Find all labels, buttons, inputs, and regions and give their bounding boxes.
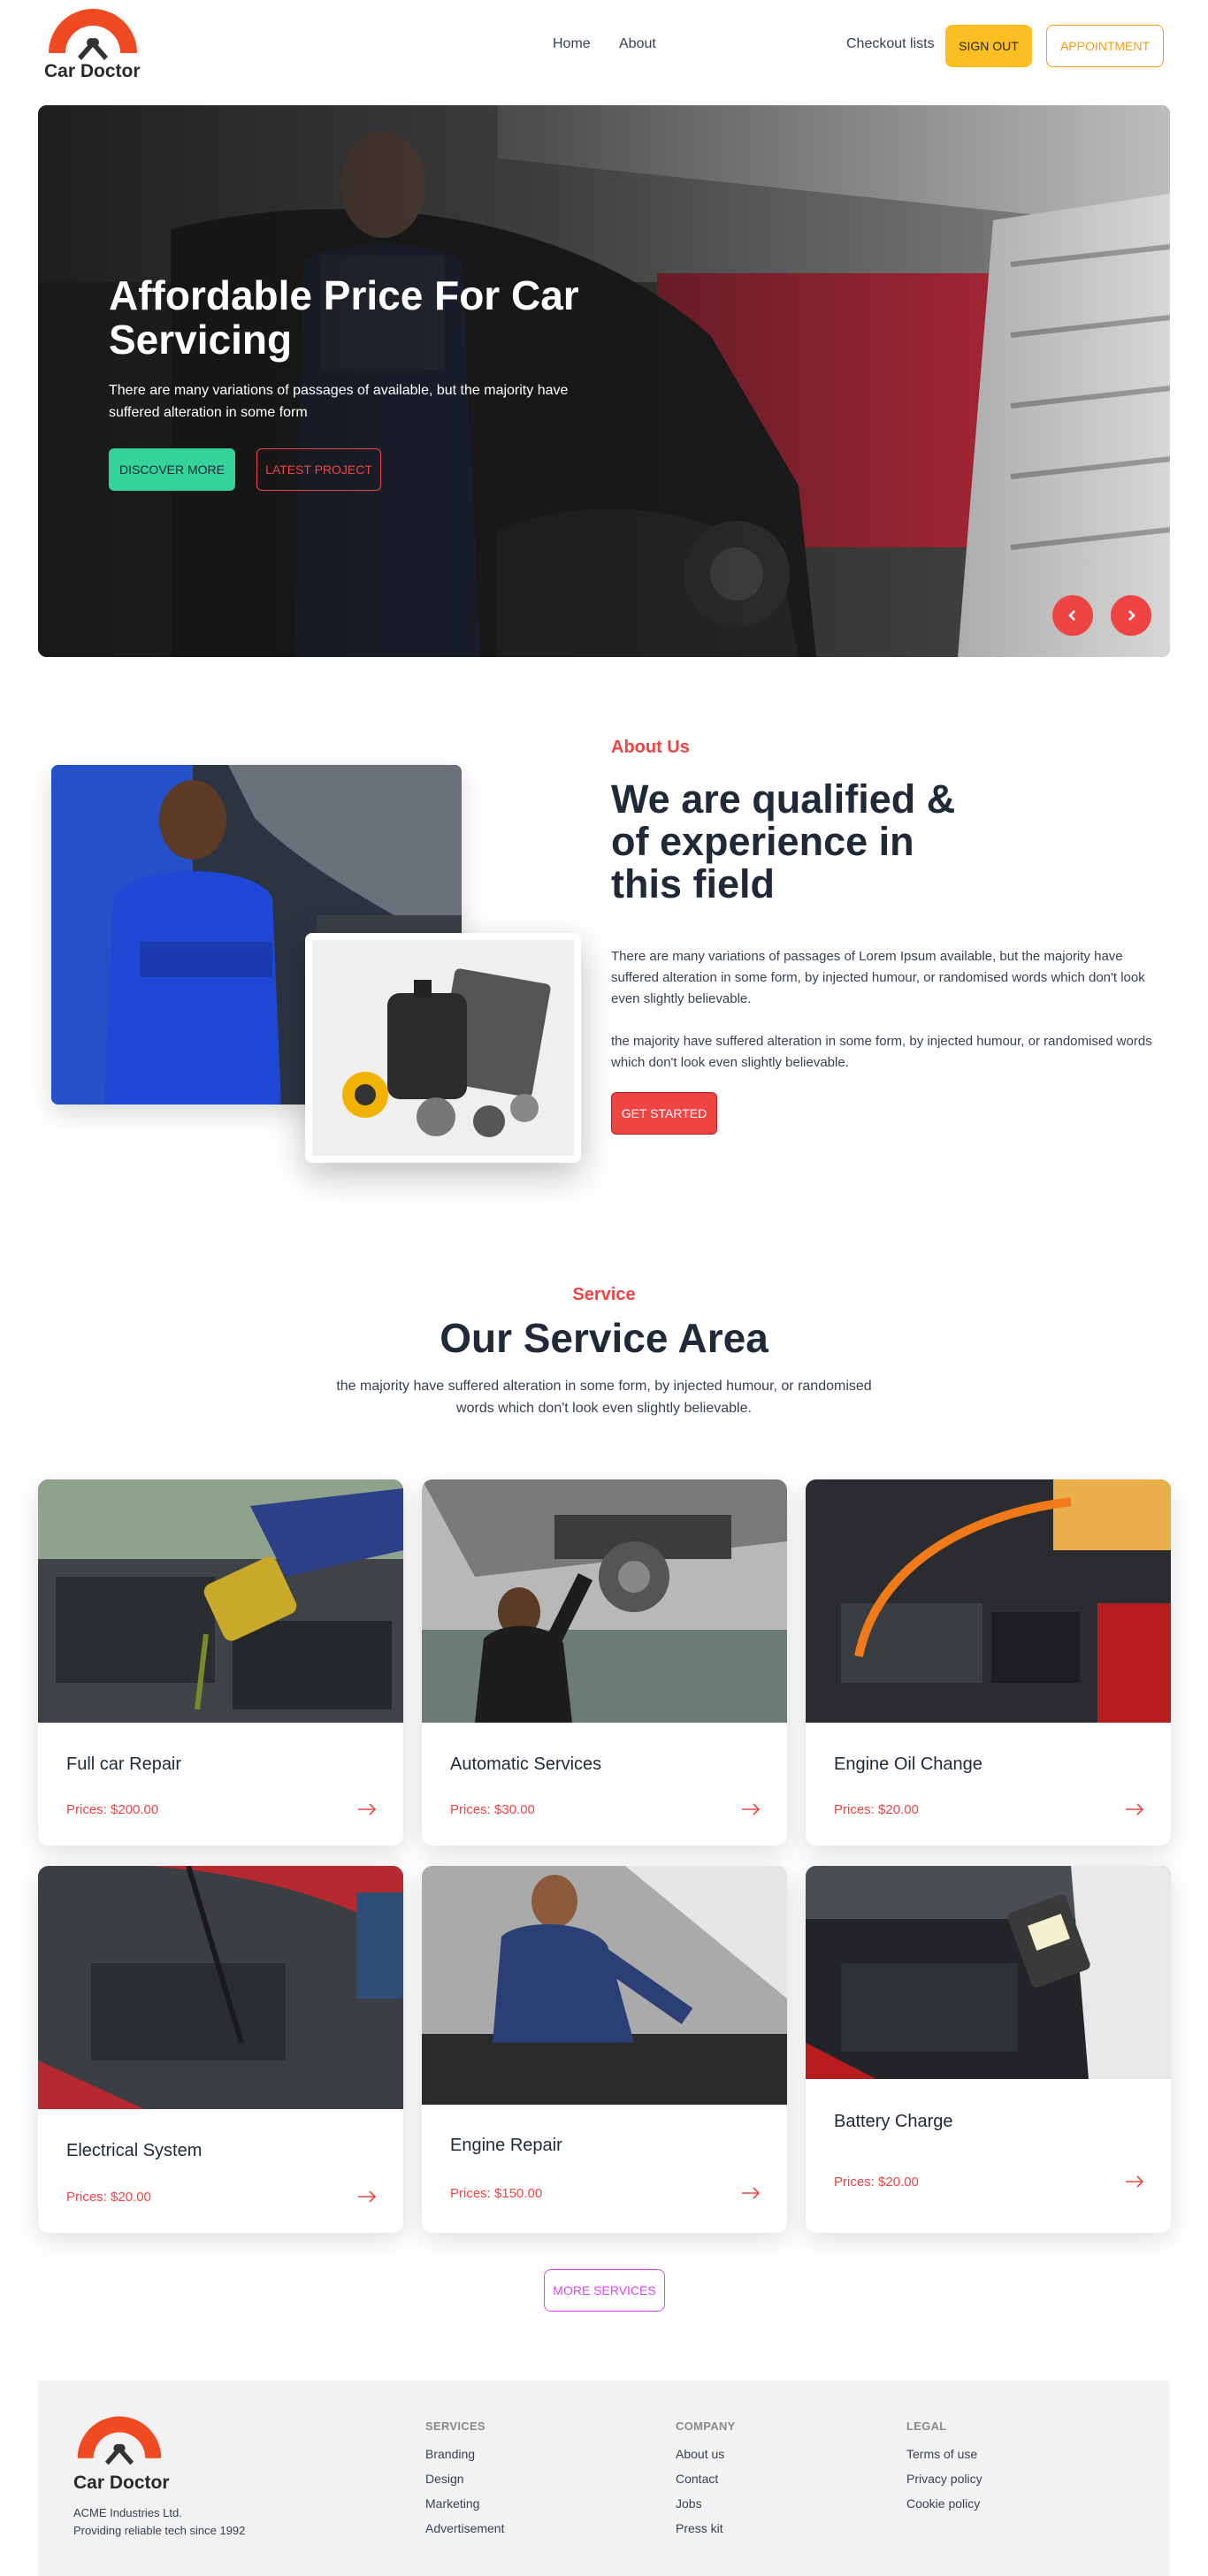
footer-company: ACME Industries Ltd. — [73, 2506, 182, 2519]
service-price: Prices: $200.00 — [66, 1802, 159, 1817]
footer-heading: SERVICES — [425, 2419, 485, 2433]
logo-gear-icon — [49, 9, 137, 60]
arrow-right-icon[interactable] — [1125, 2175, 1144, 2188]
services-eyebrow: Service — [572, 1285, 636, 1304]
arrow-right-icon[interactable] — [741, 1803, 761, 1815]
footer-link[interactable]: Terms of use — [906, 2448, 982, 2461]
footer-brand-name: Car Doctor — [73, 2473, 170, 2493]
about-title: We are qualified & of experience in this… — [611, 776, 956, 906]
service-image — [422, 1866, 787, 2105]
service-image — [806, 1479, 1171, 1723]
footer-link[interactable]: Marketing — [425, 2497, 504, 2511]
footer-link[interactable]: Jobs — [676, 2497, 736, 2511]
service-title: Automatic Services — [450, 1754, 602, 1774]
footer-heading: LEGAL — [906, 2419, 947, 2433]
about-eyebrow: About Us — [611, 738, 690, 757]
hero-title: Affordable Price For Car Servicing — [109, 272, 579, 363]
chevron-left-icon — [1068, 610, 1075, 621]
service-price: Prices: $150.00 — [450, 2186, 543, 2201]
arrow-right-icon[interactable] — [1125, 1803, 1144, 1815]
service-card[interactable]: Full car Repair Prices: $200.00 — [38, 1479, 403, 1846]
footer-link[interactable]: Press kit — [676, 2522, 736, 2535]
brand-name: Car Doctor — [44, 61, 141, 81]
hero-banner: Affordable Price For Car Servicing There… — [38, 105, 1170, 657]
hero-description: There are many variations of passages of… — [109, 383, 569, 420]
arrow-right-icon[interactable] — [741, 2187, 761, 2199]
more-services-button[interactable]: MORE SERVICES — [544, 2269, 665, 2312]
hero-prev-button[interactable] — [1052, 595, 1093, 636]
footer-link[interactable]: Contact — [676, 2473, 736, 2486]
about-paragraph-2: the majority have suffered alteration in… — [611, 1034, 1152, 1070]
discover-more-button[interactable]: DISCOVER MORE — [109, 448, 235, 491]
navbar: Car Doctor Home About Checkout lists SIG… — [0, 0, 1208, 92]
hero-next-button[interactable] — [1111, 595, 1151, 636]
footer-link[interactable]: Privacy policy — [906, 2473, 982, 2486]
about-paragraph-1: There are many variations of passages of… — [611, 949, 1145, 1006]
service-price: Prices: $20.00 — [834, 2175, 919, 2190]
footer-logo-gear-icon — [77, 2416, 162, 2465]
service-card[interactable]: Electrical System Prices: $20.00 — [38, 1866, 403, 2233]
footer-link[interactable]: Design — [425, 2473, 504, 2486]
footer-link[interactable]: Branding — [425, 2448, 504, 2461]
service-card[interactable]: Battery Charge Prices: $20.00 — [806, 1866, 1171, 2233]
service-title: Full car Repair — [66, 1754, 182, 1774]
service-price: Prices: $20.00 — [834, 1802, 919, 1817]
chevron-right-icon — [1128, 610, 1135, 621]
services-title: Our Service Area — [440, 1315, 768, 1361]
footer-link[interactable]: About us — [676, 2448, 736, 2461]
footer-link[interactable]: Cookie policy — [906, 2497, 982, 2511]
services-subtitle: the majority have suffered alteration in… — [336, 1379, 872, 1416]
latest-project-button[interactable]: LATEST PROJECT — [256, 448, 381, 491]
footer: Car Doctor ACME Industries Ltd. Providin… — [38, 2381, 1170, 2576]
footer-column-legal: LEGAL Terms of use Privacy policy Cookie… — [906, 2419, 982, 2511]
service-card[interactable]: Engine Oil Change Prices: $20.00 — [806, 1479, 1171, 1846]
nav-link-checkout[interactable]: Checkout lists — [846, 36, 935, 52]
footer-column-services: SERVICES Branding Design Marketing Adver… — [425, 2419, 504, 2535]
service-title: Electrical System — [66, 2141, 203, 2160]
service-image — [38, 1479, 403, 1723]
footer-heading: COMPANY — [676, 2419, 736, 2433]
footer-tagline: Providing reliable tech since 1992 — [73, 2524, 246, 2537]
footer-column-company: COMPANY About us Contact Jobs Press kit — [676, 2419, 736, 2535]
sign-out-button[interactable]: SIGN OUT — [945, 25, 1032, 67]
service-title: Battery Charge — [834, 2112, 953, 2131]
about-parts-photo — [305, 933, 581, 1163]
service-title: Engine Repair — [450, 2136, 562, 2155]
brand-logo[interactable]: Car Doctor — [44, 7, 150, 87]
nav-link-about[interactable]: About — [619, 36, 656, 52]
service-image — [806, 1866, 1171, 2079]
service-image — [38, 1866, 403, 2109]
service-title: Engine Oil Change — [834, 1754, 982, 1774]
service-image — [422, 1479, 787, 1723]
arrow-right-icon[interactable] — [357, 2190, 377, 2203]
page: Car Doctor Home About Checkout lists SIG… — [0, 0, 1208, 2576]
service-card[interactable]: Automatic Services Prices: $30.00 — [422, 1479, 787, 1846]
service-price: Prices: $20.00 — [66, 2190, 151, 2205]
arrow-right-icon[interactable] — [357, 1803, 377, 1815]
nav-link-home[interactable]: Home — [553, 36, 591, 52]
service-price: Prices: $30.00 — [450, 1802, 535, 1817]
appointment-button[interactable]: APPOINTMENT — [1046, 25, 1164, 67]
footer-link[interactable]: Advertisement — [425, 2522, 504, 2535]
service-card[interactable]: Engine Repair Prices: $150.00 — [422, 1866, 787, 2233]
get-started-button[interactable]: GET STARTED — [611, 1092, 717, 1135]
